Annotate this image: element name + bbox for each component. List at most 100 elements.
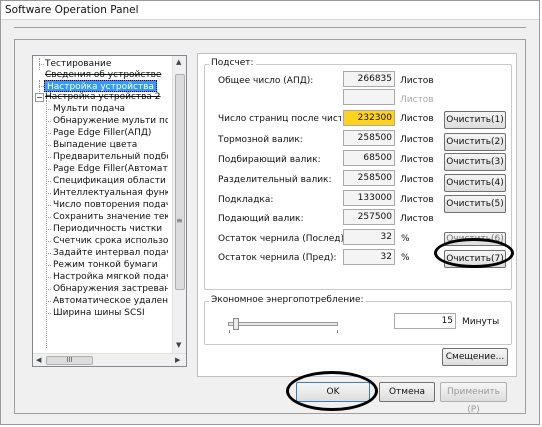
tree-connector <box>46 289 51 290</box>
tree-vertical-scroll-thumb[interactable] <box>175 74 185 290</box>
scroll-right-icon[interactable]: ▶ <box>175 356 180 364</box>
clear-button-1[interactable]: Очистить(1) <box>444 111 506 129</box>
tree-item-device-settings-2[interactable]: Настройка устройства 2 <box>45 91 165 103</box>
settings-tree[interactable]: Тестирование Сведения об устройстве Наст… <box>32 55 187 367</box>
separator-roller-label: Разделительный валик: <box>218 175 332 185</box>
slider-tick-end <box>337 330 338 333</box>
tree-connector <box>46 265 51 266</box>
tree-connector <box>46 109 51 110</box>
tree-item-page-edge-filler-adf[interactable]: Page Edge Filler(АПД) <box>53 127 168 139</box>
after-cleaning-unit: Листов <box>400 114 434 124</box>
tree-item-auto-removal[interactable]: Автоматическое удаление <box>53 295 168 307</box>
tree-item-cleaning-cycle[interactable]: Периодичность чистки <box>53 223 168 235</box>
tree-connector <box>46 157 51 158</box>
tree-connector <box>46 301 51 302</box>
clear-button-5[interactable]: Очистить(5) <box>444 195 506 213</box>
brake-roller-value: 258500 <box>343 130 395 146</box>
tree-line-children <box>46 100 47 348</box>
tree-item-pre-pick[interactable]: Предварительный подбор <box>53 151 168 163</box>
collapse-icon[interactable]: − <box>35 93 44 102</box>
pad-unit: Листов <box>400 195 434 205</box>
scroll-up-icon[interactable]: ▲ <box>176 58 181 66</box>
highlight-ellipse-clear-7 <box>434 238 514 268</box>
tree-item-scsi-bus-width[interactable]: Ширина шины SCSI <box>53 307 168 319</box>
pad-label: Подкладка: <box>218 195 274 205</box>
tree-item-page-edge-filler-auto[interactable]: Page Edge Filler(Автоматически) <box>53 163 168 175</box>
clear-button-4[interactable]: Очистить(4) <box>444 174 506 192</box>
ink-last-value: 32 <box>343 229 395 245</box>
tree-connector <box>46 277 51 278</box>
scroll-grip-icon: ≡ <box>176 216 183 225</box>
tree-item-dropout-color[interactable]: Выпадение цвета <box>53 139 168 151</box>
energy-group-title: Экономное энергопотребление: <box>209 295 366 305</box>
cancel-button[interactable]: Отмена <box>379 382 435 402</box>
window-title: Software Operation Panel <box>1 1 539 20</box>
offset-button[interactable]: Смещение... <box>442 348 508 366</box>
tree-vertical-scrollbar[interactable]: ▲ ≡ ▼ <box>172 56 186 354</box>
tree-horizontal-scrollbar[interactable]: ◀ III ▶ <box>33 353 186 366</box>
client-top-line <box>14 27 526 28</box>
total-count-label: Общее число (АПД): <box>218 76 314 86</box>
energy-minutes-value[interactable]: 15 <box>394 313 456 329</box>
tree-item-jam-detection[interactable]: Обнаружения застревания <box>53 283 168 295</box>
pad-value: 133000 <box>343 190 395 206</box>
ink-prev-label: Остаток чернила (Пред): <box>218 253 337 263</box>
tree-connector <box>46 169 51 170</box>
tree-item-thin-paper-mode[interactable]: Режим тонкой бумаги <box>53 259 168 271</box>
tree-connector <box>46 133 51 134</box>
after-cleaning-value: 232300 <box>343 110 395 126</box>
brake-roller-unit: Листов <box>400 135 434 145</box>
tree-item-feed-retry-count[interactable]: Число повторения подачи <box>53 199 168 211</box>
ink-last-unit: % <box>401 234 410 244</box>
tree-item-multifeed-detection[interactable]: Обнаружение мульти подачи <box>53 115 168 127</box>
highlight-ellipse-ok <box>286 371 378 411</box>
tree-connector <box>46 121 51 122</box>
energy-slider-track[interactable] <box>228 322 338 326</box>
tree-connector <box>46 229 51 230</box>
tree-horizontal-scroll-thumb[interactable]: III <box>46 356 93 365</box>
clear-button-2[interactable]: Очистить(2) <box>444 133 506 151</box>
brake-roller-label: Тормозной валик: <box>218 135 303 145</box>
counters-group-title: Подсчет: <box>209 58 256 68</box>
feed-roller-value: 257500 <box>343 209 395 225</box>
tree-connector <box>46 313 51 314</box>
tree-connector <box>46 253 51 254</box>
clear-button-3[interactable]: Очистить(3) <box>444 153 506 171</box>
energy-slider-thumb[interactable] <box>233 318 239 330</box>
pick-roller-value: 68500 <box>343 150 395 166</box>
pick-roller-unit: Листов <box>400 155 434 165</box>
tree-item-multifeed[interactable]: Мульти подача <box>53 103 168 115</box>
tree-item-feed-interval[interactable]: Задайте интервал подачи <box>53 247 168 259</box>
tree-item-save-current[interactable]: Сохранить значение текущего <box>53 211 168 223</box>
feed-roller-label: Подающий валик: <box>218 214 304 224</box>
tree-item-soft-feed[interactable]: Настройка мягкой подачи <box>53 271 168 283</box>
separator-roller-unit: Листов <box>400 175 434 185</box>
tree-content: Тестирование Сведения об устройстве Наст… <box>33 56 173 354</box>
settings-panel: Подсчет: Экономное энергопотребление: Об… <box>197 53 517 377</box>
scroll-left-icon[interactable]: ◀ <box>36 356 41 364</box>
separator-roller-value: 258500 <box>343 170 395 186</box>
pick-roller-label: Подбирающий валик: <box>218 155 321 165</box>
tree-connector <box>46 145 51 146</box>
ink-last-label: Остаток чернила (Послед): <box>218 234 348 244</box>
tree-connector <box>46 205 51 206</box>
total-count-value: 266835 <box>343 71 395 87</box>
tree-connector <box>46 193 51 194</box>
ink-prev-unit: % <box>401 253 410 263</box>
blank-count-value <box>343 89 395 105</box>
tree-connector <box>46 217 51 218</box>
slider-tick-start <box>229 330 230 333</box>
blank-count-unit: Листов <box>400 95 434 105</box>
after-cleaning-label: Число страниц после чистки: <box>218 114 341 124</box>
energy-minutes-unit: Минуты <box>462 317 500 327</box>
tree-item-intelligent-function[interactable]: Интеллектуальная функция <box>53 187 168 199</box>
apply-button[interactable]: Применить (P) <box>440 382 507 415</box>
tree-connector <box>46 241 51 242</box>
total-count-unit: Листов <box>400 76 434 86</box>
tree-item-life-counter[interactable]: Счетчик срока использования <box>53 235 168 247</box>
tree-item-scan-area[interactable]: Спецификация области сканирования <box>53 175 168 187</box>
scroll-down-icon[interactable]: ▼ <box>176 341 181 349</box>
tree-connector <box>39 64 44 65</box>
ink-prev-value: 32 <box>343 249 395 265</box>
tree-connector <box>46 181 51 182</box>
